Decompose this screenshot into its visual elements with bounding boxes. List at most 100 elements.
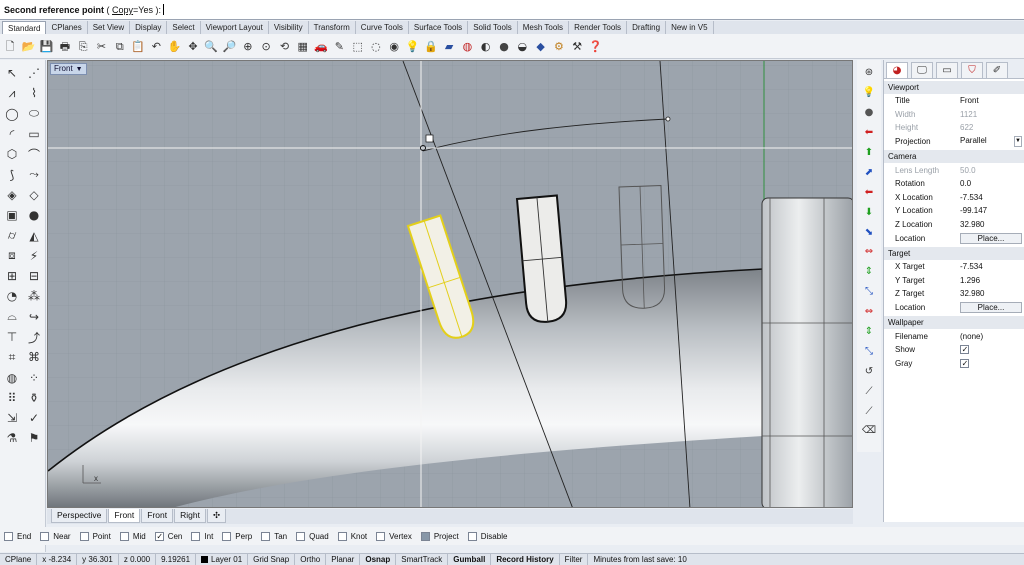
pen-tool-icon[interactable]: ✐ — [986, 62, 1008, 78]
boolean-union-icon[interactable]: ⧈ — [1, 246, 23, 266]
prop-value[interactable]: 32.980 — [952, 289, 1024, 298]
arc-icon[interactable]: ◜ — [1, 124, 23, 144]
place-button[interactable]: Place... — [960, 302, 1022, 314]
osnap-checkbox[interactable] — [154, 531, 164, 541]
hide-button[interactable]: ◌ — [368, 38, 384, 54]
material-button[interactable]: ◐ — [478, 38, 494, 54]
status-toggle-ortho[interactable]: Ortho — [295, 553, 327, 565]
check-icon[interactable]: ✓ — [23, 408, 45, 428]
zoom-selected-button[interactable]: ⊙ — [258, 38, 274, 54]
join-icon[interactable]: ⌓ — [1, 307, 23, 327]
viewport-front[interactable]: Front ▼ x — [47, 60, 853, 508]
tab-new-in-v5[interactable]: New in V5 — [666, 21, 714, 34]
chamfer-icon[interactable]: ⁂ — [23, 286, 45, 306]
tab-cplanes[interactable]: CPlanes — [46, 21, 88, 34]
prop-value[interactable]: -7.534 — [952, 193, 1024, 202]
boolean-split-icon[interactable]: ⚡ — [23, 246, 45, 266]
circle-icon[interactable]: ◯ — [1, 104, 23, 124]
viewport-tab-front[interactable]: Front — [108, 509, 141, 523]
tab-curve-tools[interactable]: Curve Tools — [356, 21, 409, 34]
import-button[interactable]: ⎘ — [75, 38, 91, 54]
tab-solid-tools[interactable]: Solid Tools — [468, 21, 518, 34]
osnap-checkbox[interactable] — [79, 531, 89, 541]
explode-icon[interactable]: ↪ — [23, 307, 45, 327]
osnap-end[interactable]: End — [4, 531, 31, 541]
status-toggle-osnap[interactable]: Osnap — [360, 553, 397, 565]
prop-checkbox[interactable] — [960, 345, 969, 355]
zoom-extents-button[interactable]: ⊕ — [240, 38, 256, 54]
tab-render-tools[interactable]: Render Tools — [569, 21, 628, 34]
pan-hand-button[interactable]: ✋ — [167, 38, 183, 54]
four-viewports-button[interactable]: ▦ — [295, 38, 311, 54]
prop-checkbox[interactable] — [960, 358, 969, 368]
lock-button[interactable]: 🔒 — [423, 38, 439, 54]
arrow-down-right-icon[interactable]: ⬊ — [865, 222, 873, 242]
tab-display[interactable]: Display — [130, 21, 168, 34]
status-toggle-planar[interactable]: Planar — [326, 553, 361, 565]
arrow-down-icon[interactable]: ⬇ — [865, 202, 873, 222]
environment-button[interactable]: ◆ — [533, 38, 549, 54]
rotate-view-button[interactable]: ⟲ — [276, 38, 292, 54]
color-wheel-button[interactable]: ◍ — [459, 38, 475, 54]
cylinder-icon[interactable]: ⌭ — [1, 225, 23, 245]
select-all-button[interactable]: ⬚ — [350, 38, 366, 54]
arrow-both-icon[interactable]: ⇔ — [865, 242, 873, 262]
arrow-up-icon[interactable]: ⬆ — [865, 143, 873, 163]
tab-viewport-layout[interactable]: Viewport Layout — [201, 21, 269, 34]
status-toggle-record-history[interactable]: Record History — [491, 553, 560, 565]
render-sphere-button[interactable]: ● — [496, 38, 512, 54]
edit-button[interactable]: ✎ — [331, 38, 347, 54]
undo-button[interactable]: ↶ — [148, 38, 164, 54]
ellipse-icon[interactable]: ⬭ — [23, 104, 45, 124]
trim-icon[interactable]: ⊤ — [1, 327, 23, 347]
osnap-knot[interactable]: Knot — [337, 531, 367, 541]
tab-select[interactable]: Select — [167, 21, 201, 34]
rectangle-icon[interactable]: ▭ — [23, 124, 45, 144]
osnap-quad[interactable]: Quad — [296, 531, 329, 541]
display-icon[interactable]: 🖵 — [911, 62, 933, 78]
options-gear-button[interactable]: ⚙ — [551, 38, 567, 54]
place-button[interactable]: Place... — [960, 232, 1022, 244]
prop-value[interactable]: 0.0 — [952, 179, 1024, 188]
rotate-icon[interactable]: ↺ — [865, 361, 873, 381]
osnap-checkbox[interactable] — [261, 531, 271, 541]
group-icon[interactable]: ⌗ — [1, 347, 23, 367]
new-file-button[interactable]: 🗋 — [2, 38, 18, 54]
command-option-copy[interactable]: Copy — [112, 5, 133, 15]
view-icon[interactable]: ⊛ — [865, 63, 873, 83]
viewport-canvas[interactable]: x — [48, 61, 853, 508]
osnap-cen[interactable]: Cen — [154, 531, 182, 541]
viewport-tab-add-icon[interactable]: ✣ — [206, 509, 227, 523]
array-icon[interactable]: ⠿ — [1, 388, 23, 408]
ungroup-icon[interactable]: ⌘ — [23, 347, 45, 367]
osnap-mid[interactable]: Mid — [119, 531, 146, 541]
prop-value[interactable]: Front — [952, 96, 1024, 105]
box-icon[interactable]: ▣ — [1, 205, 23, 225]
arrow-diagonal-icon[interactable]: ⤡ — [865, 282, 873, 302]
osnap-checkbox[interactable] — [296, 531, 306, 541]
osnap-checkbox[interactable] — [222, 531, 232, 541]
save-button[interactable]: 💾 — [39, 38, 55, 54]
analyze-icon[interactable]: ⚗ — [1, 428, 23, 448]
osnap-disable[interactable]: Disable — [467, 531, 507, 541]
arrow-up-right-icon[interactable]: ⬈ — [865, 162, 873, 182]
car-button[interactable]: 🚗 — [313, 38, 329, 54]
command-line[interactable]: Second reference point ( Copy=Yes ): — [0, 0, 1024, 20]
viewport-title[interactable]: Front ▼ — [50, 63, 87, 75]
show-button[interactable]: ◉ — [386, 38, 402, 54]
osnap-near[interactable]: Near — [40, 531, 71, 541]
fillet-curve-icon[interactable]: ⌒ — [23, 144, 45, 164]
osnap-checkbox[interactable] — [119, 531, 129, 541]
paste-button[interactable]: 📋 — [130, 38, 146, 54]
zoom-window-button[interactable]: 🔎 — [222, 38, 238, 54]
tab-surface-tools[interactable]: Surface Tools — [409, 21, 469, 34]
sphere-render-icon[interactable]: ● — [865, 103, 874, 123]
line-icon[interactable]: ⟋ — [866, 381, 873, 401]
sphere-icon[interactable]: ● — [23, 205, 45, 225]
tab-standard[interactable]: Standard — [2, 21, 47, 34]
cone-icon[interactable]: ◭ — [23, 225, 45, 245]
split-icon[interactable]: ⤴ — [23, 327, 45, 347]
copy-transform-icon[interactable]: ⁘ — [23, 367, 45, 387]
print-button[interactable]: 🖶 — [57, 38, 73, 54]
status-toggle-smarttrack[interactable]: SmartTrack — [396, 553, 449, 565]
